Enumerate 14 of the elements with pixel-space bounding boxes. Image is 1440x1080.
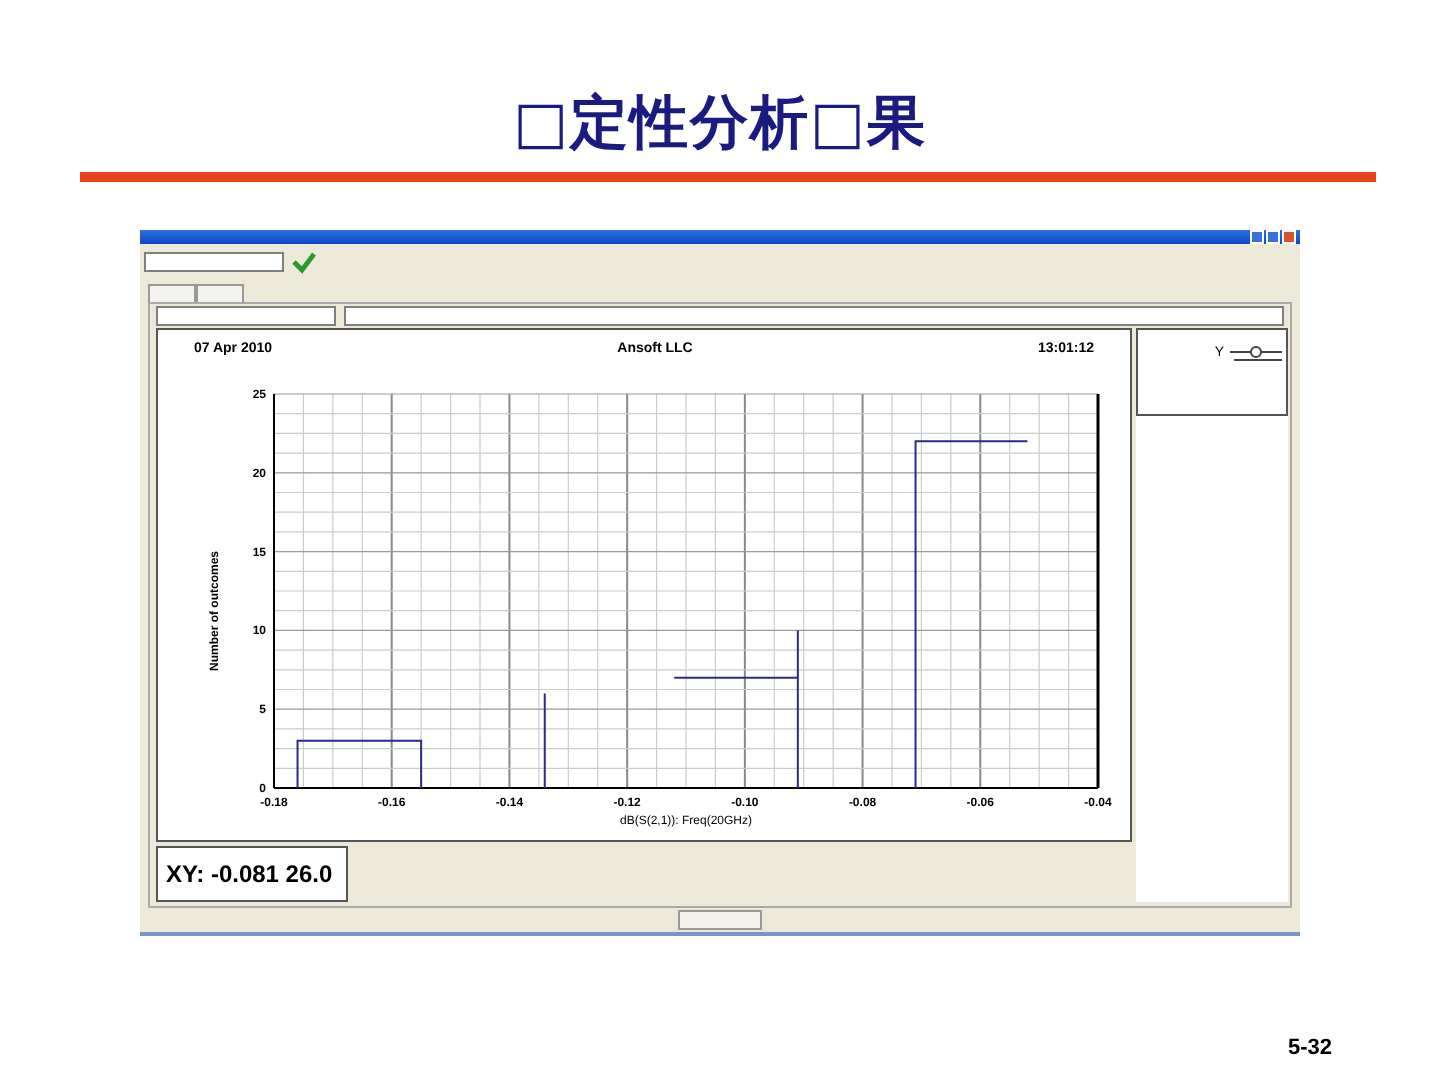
checkmark-icon[interactable] bbox=[292, 250, 316, 274]
dropdown[interactable] bbox=[343, 306, 1284, 326]
close-button[interactable] bbox=[1282, 230, 1296, 244]
page-number: 5-32 bbox=[1287, 1036, 1332, 1060]
maximize-button[interactable] bbox=[1266, 230, 1280, 244]
dropdown[interactable] bbox=[144, 252, 284, 272]
tab[interactable] bbox=[196, 284, 244, 302]
close-dialog-button[interactable] bbox=[678, 910, 762, 930]
minimize-button[interactable] bbox=[1250, 230, 1264, 244]
input-field[interactable] bbox=[156, 306, 336, 326]
line-marker-icon bbox=[1230, 346, 1282, 362]
xy-readout: XY: -0.081 26.0 bbox=[156, 846, 348, 902]
slide-title: □定性分析□果 bbox=[513, 86, 927, 160]
tab[interactable] bbox=[148, 284, 196, 302]
